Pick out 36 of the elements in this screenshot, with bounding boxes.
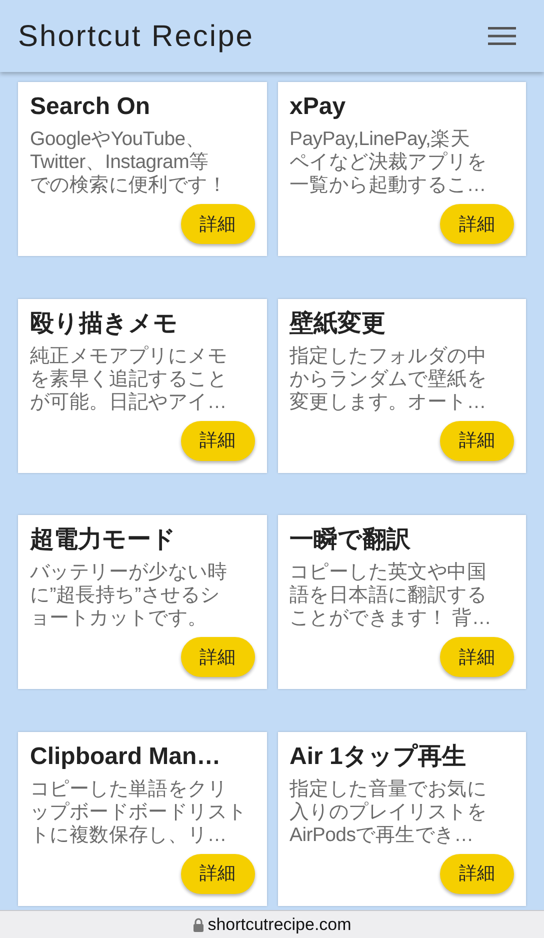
- shortcut-card[interactable]: Clipboard Man… コピーした単語をクリ ップボードボードリスト トに複数保存し、リ… 詳細: [18, 732, 266, 906]
- shortcut-card[interactable]: Search On GoogleやYouTube、 Twitter、Instagram等 での検索に便利です！ 詳細: [18, 82, 266, 256]
- card-title: Air 1タップ再生: [290, 742, 466, 772]
- card-description: バッテリーが少ない時 に”超長持ち”させるシ ョートカットです。: [30, 561, 228, 630]
- details-button[interactable]: 詳細: [180, 637, 254, 677]
- details-button[interactable]: 詳細: [180, 204, 254, 244]
- card-title: 壁紙変更: [290, 308, 386, 338]
- menu-icon[interactable]: [488, 26, 516, 46]
- details-button[interactable]: 詳細: [440, 637, 514, 677]
- details-button[interactable]: 詳細: [180, 420, 254, 460]
- details-button[interactable]: 詳細: [440, 204, 514, 244]
- card-title: Search On: [30, 92, 150, 122]
- shortcut-card[interactable]: 壁紙変更 指定したフォルダの中 からランダムで壁紙を 変更します。オート… 詳細: [278, 298, 526, 472]
- shortcut-card[interactable]: 一瞬で翻訳 コピーした英文や中国 語を日本語に翻訳する ことができます！ 背… 詳細: [278, 515, 526, 689]
- details-button[interactable]: 詳細: [180, 854, 254, 894]
- shortcut-card[interactable]: xPay PayPay,LinePay,楽天 ペイなど決裁アプリを 一覧から起動するこ… 詳細: [278, 82, 526, 256]
- card-title: 殴り描きメモ: [30, 308, 178, 338]
- details-button[interactable]: 詳細: [440, 854, 514, 894]
- card-description: GoogleやYouTube、 Twitter、Instagram等 での検索に便利です！: [30, 128, 228, 197]
- lock-icon: [192, 918, 204, 932]
- site-title: Shortcut Recipe: [18, 18, 254, 54]
- shortcut-card[interactable]: Air 1タップ再生 指定した音量でお気に 入りのプレイリストを AirPodsで再生でき… 詳細: [278, 732, 526, 906]
- shortcut-card[interactable]: 超電力モード バッテリーが少ない時 に”超長持ち”させるシ ョートカットです。 詳細: [18, 515, 266, 689]
- card-title: Clipboard Man…: [30, 742, 221, 772]
- card-description: 指定した音量でお気に 入りのプレイリストを AirPodsで再生でき…: [290, 778, 487, 846]
- card-title: 超電力モード: [30, 525, 176, 555]
- url-text[interactable]: shortcutrecipe.com: [208, 912, 352, 938]
- card-description: PayPay,LinePay,楽天 ペイなど決裁アプリを 一覧から起動するこ…: [290, 128, 487, 197]
- card-description: 純正メモアプリにメモ を素早く追記すること が可能。日記やアイ…: [30, 344, 228, 414]
- card-description: 指定したフォルダの中 からランダムで壁紙を 変更します。オート…: [290, 344, 487, 414]
- card-description: コピーした英文や中国 語を日本語に翻訳する ことができます！ 背…: [290, 561, 492, 630]
- details-button[interactable]: 詳細: [440, 420, 514, 460]
- card-title: xPay: [290, 92, 346, 122]
- shortcut-card[interactable]: 殴り描きメモ 純正メモアプリにメモ を素早く追記すること が可能。日記やアイ… 詳細: [18, 298, 266, 472]
- card-title: 一瞬で翻訳: [290, 525, 410, 555]
- card-description: コピーした単語をクリ ップボードボードリスト トに複数保存し、リ…: [30, 778, 247, 846]
